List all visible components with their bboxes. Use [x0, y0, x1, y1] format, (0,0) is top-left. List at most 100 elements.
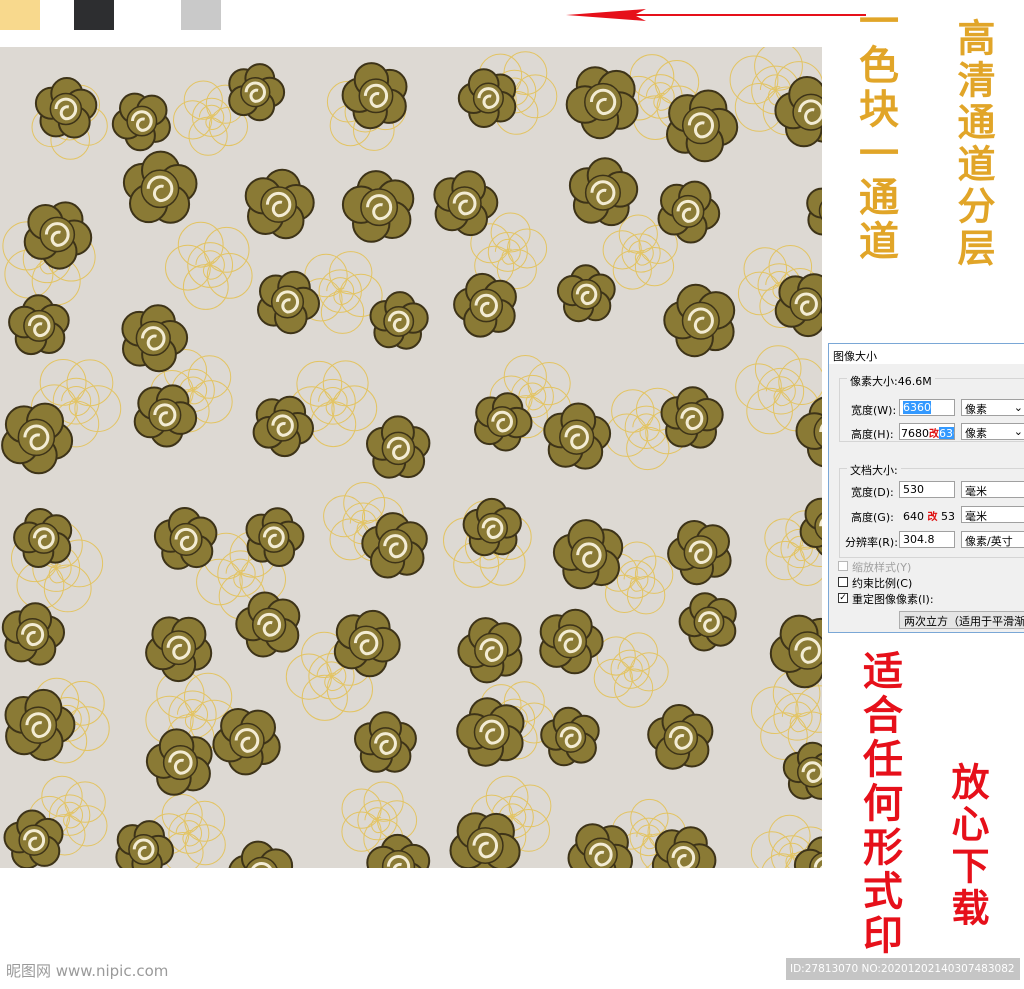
resample-method-select[interactable]: 两次立方（适用于平滑渐变 — [899, 611, 1024, 629]
filled-rose — [457, 68, 517, 128]
filled-rose — [354, 711, 417, 773]
width-input[interactable]: 6360 — [899, 399, 955, 416]
dialog-title-bar[interactable]: 图像大小 — [829, 344, 1024, 364]
filled-rose — [145, 616, 213, 683]
filled-rose — [153, 507, 218, 570]
filled-rose — [235, 591, 301, 658]
print-suitable-note-text: 适合任何形式印 — [856, 650, 903, 958]
height-unit-select[interactable]: 像素 ⌄ — [961, 423, 1024, 440]
filled-rose — [678, 592, 737, 652]
filled-rose — [111, 92, 171, 152]
filled-rose — [793, 836, 822, 868]
height-input[interactable]: 7680改6360 — [899, 423, 955, 440]
filled-rose — [449, 812, 521, 868]
outline-rose — [593, 632, 669, 708]
pixel-size-label: 像素大小:46.6M — [847, 373, 935, 389]
filled-rose — [456, 697, 525, 767]
doc-width-unit: 毫米 — [965, 485, 987, 498]
height-change-mark: 改 — [929, 429, 939, 440]
image-size-dialog: 图像大小 像素大小:46.6M 宽度(W): 6360 像素 ⌄ 高度(H): 7… — [828, 343, 1024, 633]
filled-rose — [657, 180, 721, 244]
filled-rose — [8, 294, 70, 356]
resolution-input[interactable]: 304.8 — [899, 531, 955, 548]
checkmark-icon: ✓ — [839, 593, 847, 603]
filled-rose — [568, 157, 639, 227]
constrain-proportions-label: 约束比例(C) — [852, 577, 913, 590]
filled-rose — [366, 415, 431, 479]
width-value: 6360 — [903, 401, 931, 414]
resample-method: 两次立方（适用于平滑渐变 — [904, 615, 1024, 628]
filled-rose — [3, 809, 64, 868]
filled-rose — [457, 617, 523, 684]
dialog-title: 图像大小 — [833, 350, 877, 363]
filled-rose — [552, 519, 624, 590]
filled-rose — [228, 840, 294, 868]
resample-checkbox[interactable]: ✓ — [838, 593, 848, 603]
doc-width-value: 530 — [903, 483, 924, 496]
doc-height-new-value: 530 — [941, 510, 955, 523]
left-arrow-icon — [566, 9, 866, 21]
filled-rose — [556, 264, 616, 323]
constrain-proportions-checkbox[interactable] — [838, 577, 848, 587]
color-swatch-light-yellow — [0, 0, 40, 30]
filled-rose — [543, 402, 612, 470]
filled-rose — [663, 283, 736, 358]
chevron-down-icon: ⌄ — [1013, 401, 1023, 414]
hd-layer-note-text: 高清通道分层 — [951, 18, 996, 270]
filled-rose — [474, 392, 533, 452]
doc-height-unit-select[interactable]: 毫米 — [961, 506, 1024, 523]
filled-rose — [667, 520, 732, 586]
filled-rose — [782, 741, 822, 800]
color-swatch-gray — [181, 0, 221, 30]
filled-rose — [333, 609, 401, 678]
document-size-label: 文档大小: — [847, 462, 901, 478]
filled-rose — [651, 826, 717, 868]
width-unit-select[interactable]: 像素 ⌄ — [961, 399, 1024, 416]
filled-rose — [565, 66, 639, 140]
filled-rose — [4, 688, 76, 762]
image-id-watermark: ID:27813070 NO:20201202140307483082 — [786, 958, 1020, 980]
resample-label: 重定图像像素(I): — [852, 593, 934, 606]
filled-rose — [13, 508, 73, 569]
height-new-value: 6360 — [939, 427, 954, 439]
filled-rose — [341, 170, 415, 243]
resolution-unit: 像素/英寸 — [965, 535, 1013, 548]
chevron-down-icon: ⌄ — [1013, 425, 1023, 438]
resolution-unit-select[interactable]: 像素/英寸 — [961, 531, 1024, 548]
filled-rose — [540, 706, 600, 767]
filled-rose — [666, 89, 739, 163]
filled-rose — [245, 507, 305, 568]
scale-styles-checkbox[interactable] — [838, 561, 848, 571]
filled-rose — [252, 395, 315, 458]
filled-rose — [361, 512, 428, 579]
filled-rose — [133, 384, 198, 448]
resolution-label: 分辨率(R): — [845, 536, 898, 549]
filled-rose — [462, 497, 522, 557]
doc-width-label: 宽度(D): — [851, 486, 894, 499]
filled-rose — [1, 602, 66, 666]
filled-rose — [453, 272, 517, 338]
filled-rose — [341, 62, 408, 130]
filled-rose — [539, 608, 604, 675]
filled-rose — [257, 270, 321, 335]
filled-rose — [769, 614, 822, 689]
doc-width-unit-select[interactable]: 毫米 — [961, 481, 1024, 498]
filled-rose — [647, 704, 714, 770]
resolution-value: 304.8 — [903, 533, 935, 546]
filled-rose — [23, 201, 93, 270]
doc-height-label: 高度(G): — [851, 511, 894, 524]
height-label: 高度(H): — [851, 428, 894, 441]
rose-pattern-preview — [0, 47, 822, 868]
download-note-text: 放心下载 — [945, 762, 990, 930]
filled-rose — [115, 820, 175, 868]
doc-height-input[interactable]: 640 改 530 — [899, 506, 955, 523]
height-unit: 像素 — [965, 427, 987, 440]
width-unit: 像素 — [965, 403, 987, 416]
filled-rose — [212, 708, 281, 776]
outline-rose — [165, 221, 253, 310]
filled-rose — [122, 150, 198, 224]
doc-width-input[interactable]: 530 — [899, 481, 955, 498]
filled-rose — [806, 187, 822, 236]
site-watermark: 昵图网 www.nipic.com — [6, 962, 169, 980]
filled-rose — [774, 273, 822, 338]
